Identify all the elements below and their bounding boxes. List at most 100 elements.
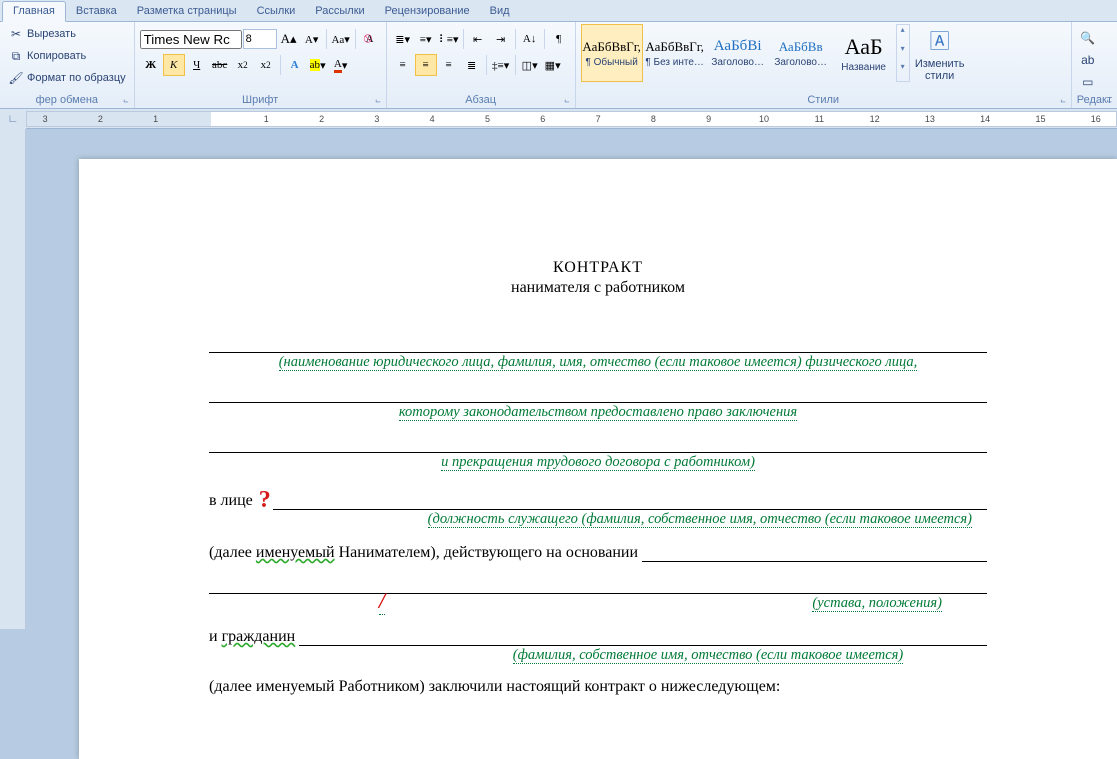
indent-inc-button[interactable]: ⇥ [490,28,512,50]
hint-6: (фамилия, собственное имя, отчество (есл… [209,646,987,664]
clear-format-button[interactable]: A⃠ [359,28,381,50]
group-editing: 🔍 ab ▭ Редакт [1072,22,1117,108]
style-heading1[interactable]: АаБбВі Заголово… [707,24,769,82]
numbering-button[interactable]: ≡▾ [415,28,437,50]
blank-line-4 [209,576,987,594]
sort-button[interactable]: A↓ [519,28,541,50]
group-paragraph: ≣▾ ≡▾ ⠇≡▾ ⇤ ⇥ A↓ ¶ ≡ ≡ ≡ ≣ ‡≡▾ ◫▾ ▦▾ [387,22,576,108]
gallery-expand-icon[interactable]: ▾ [897,62,909,81]
change-case-button[interactable]: Aa▾ [330,28,352,50]
change-styles-icon: 🄰 [924,26,956,58]
style-heading2[interactable]: АаБбВв Заголово… [770,24,832,82]
align-center-button[interactable]: ≡ [415,54,437,76]
tab-layout[interactable]: Разметка страницы [127,2,247,21]
replace-icon: ab [1080,52,1096,68]
cut-button[interactable]: ✂ Вырезать [5,24,129,44]
scissors-icon: ✂ [8,26,24,42]
tab-home[interactable]: Главная [2,1,66,22]
ribbon-tabs: Главная Вставка Разметка страницы Ссылки… [0,0,1117,22]
select-icon: ▭ [1080,74,1096,90]
subscript-button[interactable]: x2 [232,54,254,76]
select-button[interactable]: ▭ [1077,72,1099,92]
change-styles-button[interactable]: 🄰 Изменить стили [916,24,964,84]
group-clipboard: ✂ Вырезать ⧉ Копировать 🖌 Формат по обра… [0,22,135,108]
brush-icon: 🖌 [8,70,24,86]
replace-button[interactable]: ab [1077,50,1099,70]
in-person-row: в лице ? [209,487,987,510]
blank-line-3 [209,435,987,453]
find-button[interactable]: 🔍 [1077,28,1099,48]
align-left-button[interactable]: ≡ [392,54,414,76]
cut-label: Вырезать [27,28,76,40]
tab-insert[interactable]: Вставка [66,2,127,21]
document-page[interactable]: КОНТРАКТ нанимателя с работником (наимен… [79,159,1117,759]
clause-1-row: (далее именуемый Нанимателем), действующ… [209,544,987,562]
doc-title: КОНТРАКТ [209,259,987,277]
blank-line-2 [209,385,987,403]
review-mark-slash: / [379,588,385,615]
vertical-ruler[interactable] [0,129,26,629]
bullets-button[interactable]: ≣▾ [392,28,414,50]
style-gallery-more[interactable]: ▴ ▾ ▾ [896,24,910,82]
shading-button[interactable]: ◫▾ [519,54,541,76]
tab-selector[interactable]: ∟ [0,109,26,129]
superscript-button[interactable]: x2 [255,54,277,76]
style-no-spacing[interactable]: АаБбВвГг, ¶ Без инте… [644,24,706,82]
group-label-clipboard: фер обмена [5,93,129,108]
highlight-button[interactable]: ab▾ [307,54,329,76]
ruler-bar: ∟ 32112345678910111213141516 [0,109,1117,129]
clause-1: (далее именуемый Нанимателем), действующ… [209,544,642,562]
group-label-styles: Стили [581,93,1066,108]
shrink-font-button[interactable]: A▾ [301,28,323,50]
underline-button[interactable]: Ч [186,54,208,76]
show-marks-button[interactable]: ¶ [548,28,570,50]
group-label-font: Шрифт [140,93,381,108]
format-painter-button[interactable]: 🖌 Формат по образцу [5,68,129,88]
hint-4: (должность служащего (фамилия, собственн… [209,510,987,528]
copy-button[interactable]: ⧉ Копировать [5,46,129,66]
horizontal-ruler[interactable]: 32112345678910111213141516 [26,111,1117,127]
tab-view[interactable]: Вид [480,2,520,21]
group-label-paragraph: Абзац [392,93,570,108]
gallery-down-icon[interactable]: ▾ [897,44,909,63]
font-size-input[interactable] [243,29,277,49]
group-label-editing: Редакт [1077,93,1112,108]
copy-icon: ⧉ [8,48,24,64]
tab-refs[interactable]: Ссылки [247,2,306,21]
style-normal[interactable]: АаБбВвГг, ¶ Обычный [581,24,643,82]
painter-label: Формат по образцу [27,72,126,84]
text-effect-button[interactable]: A [284,54,306,76]
find-icon: 🔍 [1080,30,1096,46]
hint-5: / (устава, положения) [209,594,987,612]
group-font: A▴ A▾ Aa▾ A⃠ Ж К Ч abc x2 x2 A ab▾ A▾ Шр… [135,22,387,108]
hint-2: которому законодательством предоставлено… [209,403,987,421]
bold-button[interactable]: Ж [140,54,162,76]
gallery-up-icon[interactable]: ▴ [897,25,909,44]
and-citizen: и гражданин [209,628,299,646]
citizen-row: и гражданин [209,628,987,646]
justify-button[interactable]: ≣ [461,54,483,76]
in-person-label: в лице [209,492,257,510]
tab-review[interactable]: Рецензирование [375,2,480,21]
style-gallery: АаБбВвГг, ¶ Обычный АаБбВвГг, ¶ Без инте… [581,24,910,82]
indent-dec-button[interactable]: ⇤ [467,28,489,50]
tab-mailings[interactable]: Рассылки [305,2,374,21]
strike-button[interactable]: abc [209,54,231,76]
italic-button[interactable]: К [163,54,185,76]
align-right-button[interactable]: ≡ [438,54,460,76]
multilevel-button[interactable]: ⠇≡▾ [438,28,460,50]
clause-2: (далее именуемый Работником) заключили н… [209,678,987,696]
font-name-input[interactable] [140,30,242,49]
ribbon: ✂ Вырезать ⧉ Копировать 🖌 Формат по обра… [0,22,1117,109]
grow-font-button[interactable]: A▴ [278,28,300,50]
blank-line-1 [209,335,987,353]
font-color-button[interactable]: A▾ [330,54,352,76]
style-title[interactable]: АаБ Название [833,24,895,82]
hint-3: и прекращения трудового договора с работ… [209,453,987,471]
workspace: КОНТРАКТ нанимателя с работником (наимен… [0,129,1117,629]
line-spacing-button[interactable]: ‡≡▾ [490,54,512,76]
copy-label: Копировать [27,50,86,62]
hint-1: (наименование юридического лица, фамилия… [209,353,987,371]
border-button[interactable]: ▦▾ [542,54,564,76]
group-styles: АаБбВвГг, ¶ Обычный АаБбВвГг, ¶ Без инте… [576,22,1072,108]
